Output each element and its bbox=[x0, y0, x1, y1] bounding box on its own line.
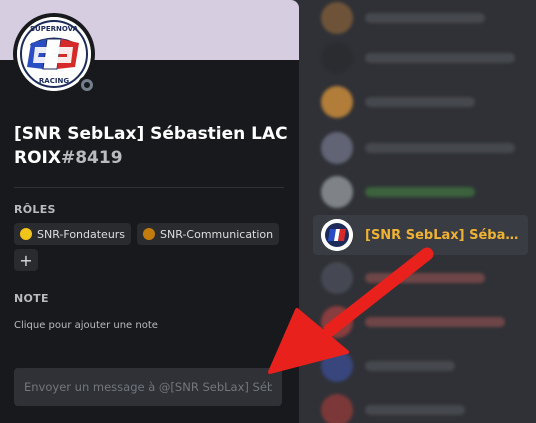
note-field[interactable]: Clique pour ajouter une note bbox=[14, 320, 158, 331]
member-row[interactable] bbox=[313, 302, 528, 342]
member-avatar bbox=[321, 306, 353, 338]
role-name: SNR-Communication bbox=[160, 227, 274, 241]
roles-list: SNR-Fondateurs SNR-Communication bbox=[14, 223, 280, 245]
add-role-button[interactable]: + bbox=[14, 249, 38, 271]
member-avatar bbox=[321, 132, 353, 164]
member-name bbox=[365, 97, 475, 107]
role-pill-fondateurs[interactable]: SNR-Fondateurs bbox=[14, 223, 132, 245]
member-name: [SNR SebLax] Sébasti… bbox=[365, 227, 525, 243]
member-name bbox=[365, 273, 485, 283]
member-row[interactable] bbox=[313, 390, 528, 423]
member-row[interactable] bbox=[313, 0, 528, 38]
member-avatar bbox=[321, 262, 353, 294]
member-row[interactable] bbox=[313, 346, 528, 386]
member-avatar bbox=[321, 86, 353, 118]
member-name bbox=[365, 13, 485, 23]
member-row-active[interactable]: [SNR SebLax] Sébasti… bbox=[313, 215, 528, 255]
role-color-dot bbox=[143, 228, 156, 240]
member-name bbox=[365, 317, 505, 327]
member-row[interactable] bbox=[313, 172, 528, 212]
note-section-title: NOTE bbox=[14, 292, 49, 305]
member-row[interactable] bbox=[313, 258, 528, 298]
member-avatar bbox=[321, 350, 353, 382]
member-name bbox=[365, 143, 515, 153]
supernova-logo-icon bbox=[321, 219, 353, 251]
member-avatar bbox=[321, 394, 353, 423]
username-text: [SNR SebLax] Sébastien LACROIX bbox=[14, 124, 288, 168]
member-avatar bbox=[321, 176, 353, 208]
member-row[interactable] bbox=[313, 128, 528, 168]
member-avatar bbox=[321, 42, 353, 74]
role-pill-communication[interactable]: SNR-Communication bbox=[137, 223, 280, 245]
svg-text:SUPERNOVA: SUPERNOVA bbox=[30, 25, 79, 33]
member-avatar bbox=[321, 2, 353, 34]
role-name: SNR-Fondateurs bbox=[37, 227, 126, 241]
discriminator: #8419 bbox=[60, 148, 123, 168]
member-name bbox=[365, 53, 515, 63]
role-color-dot bbox=[20, 228, 32, 240]
message-input[interactable] bbox=[14, 368, 282, 406]
member-name bbox=[365, 187, 475, 197]
user-profile-popout: SUPERNOVA RACING [SNR SebLax] Sébastien … bbox=[0, 0, 299, 423]
member-row[interactable] bbox=[313, 38, 528, 78]
status-offline-icon bbox=[78, 76, 96, 94]
profile-divider bbox=[14, 187, 284, 188]
member-row[interactable] bbox=[313, 82, 528, 122]
member-name bbox=[365, 361, 455, 371]
member-avatar bbox=[321, 219, 353, 251]
profile-username[interactable]: [SNR SebLax] Sébastien LACROIX#8419 bbox=[14, 122, 288, 170]
member-list: [SNR SebLax] Sébasti… bbox=[299, 0, 536, 423]
roles-section-title: RÔLES bbox=[14, 203, 56, 216]
svg-text:RACING: RACING bbox=[39, 77, 69, 85]
member-name bbox=[365, 405, 465, 415]
